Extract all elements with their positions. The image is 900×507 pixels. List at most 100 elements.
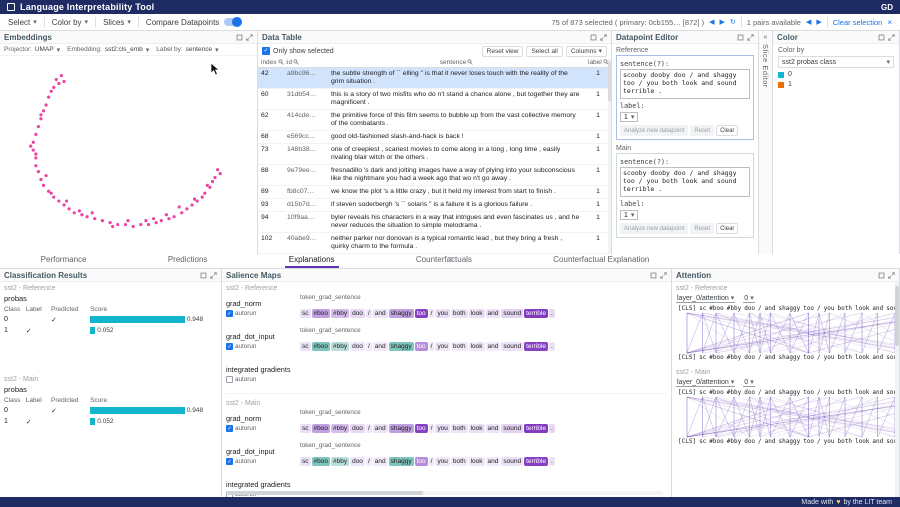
color-by-dropdown[interactable]: Color by ▾ (52, 18, 88, 27)
tab-explanations[interactable]: Explanations (285, 253, 339, 268)
head-select[interactable]: 0 ▾ (743, 378, 754, 387)
autorun-checkbox[interactable]: ✓autorun (226, 310, 300, 317)
app-footer: Made with ♥ by the LIT team (0, 497, 900, 507)
embedding-scatter[interactable] (0, 56, 257, 254)
label-select[interactable]: 1 ▾ (620, 112, 638, 122)
random-datapoint-button[interactable]: ↻ (730, 18, 736, 26)
table-row[interactable]: 6031db54…this is a story of two misfits … (258, 89, 611, 110)
reset-button[interactable]: Reset (690, 223, 714, 234)
projector-select[interactable]: Projector: UMAP ▾ (4, 46, 60, 54)
sentence-input[interactable]: scooby dooby doo / and shaggy too / you … (620, 167, 750, 197)
autorun-checkbox[interactable]: ✓autorun (226, 343, 300, 350)
search-icon[interactable] (293, 59, 299, 65)
scrollbar[interactable] (226, 491, 663, 495)
attention-token: sc (699, 354, 706, 361)
table-row[interactable]: 42a9bc96…the subtle strength of `` ellin… (258, 68, 611, 89)
sentence-input[interactable]: scooby dooby doo / and shaggy too / you … (620, 69, 750, 99)
checkbox-icon[interactable] (226, 376, 233, 383)
next-datapoint-button[interactable]: ▶ (719, 18, 724, 26)
checkbox-icon[interactable]: ✓ (226, 458, 233, 465)
table-row[interactable]: 73148b38…one of creepiest , scariest mov… (258, 144, 611, 165)
table-row[interactable]: 68e569cc…good old-fashioned slash-and-ha… (258, 131, 611, 144)
layer-select[interactable]: layer_0/attention ▾ (676, 294, 735, 303)
search-icon[interactable] (467, 59, 473, 65)
maximize-icon[interactable] (200, 272, 207, 279)
reset-button[interactable]: Reset (690, 125, 714, 136)
cell-index: 42 (258, 68, 284, 89)
prev-datapoint-button[interactable]: ◀ (709, 18, 714, 26)
column-header-id[interactable]: id (284, 58, 328, 68)
label-select[interactable]: 1 ▾ (620, 210, 638, 220)
maximize-icon[interactable] (737, 34, 744, 41)
clear-selection-button[interactable]: Clear selection (833, 18, 883, 27)
token-chips: sc#boo#bbydoo/andshaggytoo/youbothlookan… (300, 417, 667, 435)
table-row[interactable]: 9410f9aa…byler reveals his characters in… (258, 212, 611, 233)
user-avatar[interactable]: GD (881, 3, 893, 12)
checkbox-icon[interactable]: ✓ (226, 425, 233, 432)
column-header-sentence[interactable]: sentence (328, 58, 585, 68)
toggle-on-icon[interactable] (224, 18, 241, 26)
prev-pair-button[interactable]: ◀ (806, 18, 811, 26)
drag-handle-icon[interactable]: ≡ (448, 254, 453, 264)
compare-datapoints-toggle[interactable]: Compare Datapoints (146, 18, 241, 27)
analyze-button[interactable]: Analyze new datapoint (620, 223, 688, 234)
head-select[interactable]: 0 ▾ (743, 294, 754, 303)
scrollbar-thumb[interactable] (895, 286, 899, 346)
clear-button[interactable]: Clear (716, 125, 738, 136)
expand-icon[interactable] (246, 34, 253, 41)
only-show-selected-checkbox[interactable]: ✓ Only show selected (262, 47, 334, 55)
autorun-checkbox[interactable]: ✓autorun (226, 425, 300, 432)
expand-icon[interactable] (210, 272, 217, 279)
maximize-icon[interactable] (878, 272, 885, 279)
close-icon[interactable]: × (887, 18, 892, 27)
tab-counterfactuals[interactable]: Counterfactuals (412, 253, 476, 268)
expand-icon[interactable] (660, 272, 667, 279)
slice-editor-collapsed[interactable]: « Slice Editor (759, 31, 773, 254)
token-chips: sc#boo#bbydoo/andshaggytoo/youbothlookan… (300, 450, 667, 468)
attention-token: [CLS] (678, 354, 696, 361)
scrollbar[interactable] (895, 282, 899, 497)
scrollbar[interactable] (608, 59, 611, 254)
data-table-scroll-area[interactable]: index↕ id sentence label↕ (258, 58, 611, 254)
columns-button[interactable]: Columns ▾ (566, 46, 607, 57)
tab-performance[interactable]: Performance (37, 253, 91, 268)
column-header-index[interactable]: index↕ (258, 58, 284, 68)
label-by-select[interactable]: Label by: sentence ▾ (156, 46, 218, 54)
maximize-icon[interactable] (878, 34, 885, 41)
table-row[interactable]: 93d15b7d…if steven soderbergh 's `` sola… (258, 199, 611, 212)
expand-icon[interactable] (600, 34, 607, 41)
score-value: 0.052 (97, 327, 113, 334)
select-dropdown[interactable]: Select ▾ (8, 18, 37, 27)
tab-counterfactual-explanation[interactable]: Counterfactual Explanation (549, 253, 653, 268)
reset-view-button[interactable]: Reset view (482, 46, 524, 57)
layer-select[interactable]: layer_0/attention ▾ (676, 378, 735, 387)
checkbox-icon[interactable]: ✓ (226, 310, 233, 317)
scrollbar-thumb[interactable] (226, 491, 423, 495)
maximize-icon[interactable] (650, 272, 657, 279)
maximize-icon[interactable] (590, 34, 597, 41)
next-pair-button[interactable]: ▶ (816, 18, 821, 26)
maximize-icon[interactable] (236, 34, 243, 41)
autorun-checkbox[interactable]: autorun (226, 376, 300, 383)
select-all-button[interactable]: Select all (526, 46, 562, 57)
scatter-points[interactable] (0, 56, 256, 252)
expand-icon[interactable] (888, 272, 895, 279)
autorun-checkbox[interactable]: ✓autorun (226, 458, 300, 465)
table-row[interactable]: 889e79ee…fresnadillo 's dark and jolting… (258, 165, 611, 186)
table-row[interactable]: 62414cde…the primitive force of this fil… (258, 110, 611, 131)
embedding-select[interactable]: Embedding: sst2:cls_emb ▾ (67, 46, 149, 54)
checkbox-icon[interactable]: ✓ (226, 343, 233, 350)
slices-dropdown[interactable]: Slices ▾ (103, 18, 131, 27)
table-row[interactable]: 89fb8c07…we know the plot 's a little cr… (258, 186, 611, 199)
search-icon[interactable] (278, 59, 284, 65)
color-by-select[interactable]: sst2 probas class ▾ (778, 56, 894, 68)
collapse-icon[interactable]: « (764, 34, 768, 41)
expand-icon[interactable] (747, 34, 754, 41)
clear-button[interactable]: Clear (716, 223, 738, 234)
analyze-button[interactable]: Analyze new datapoint (620, 125, 688, 136)
table-row[interactable]: 10240abe9…neither parker nor donovan is … (258, 233, 611, 254)
tab-predictions[interactable]: Predictions (164, 253, 212, 268)
salience-token: doo (350, 342, 365, 351)
salience-token: too (415, 457, 428, 466)
expand-icon[interactable] (888, 34, 895, 41)
